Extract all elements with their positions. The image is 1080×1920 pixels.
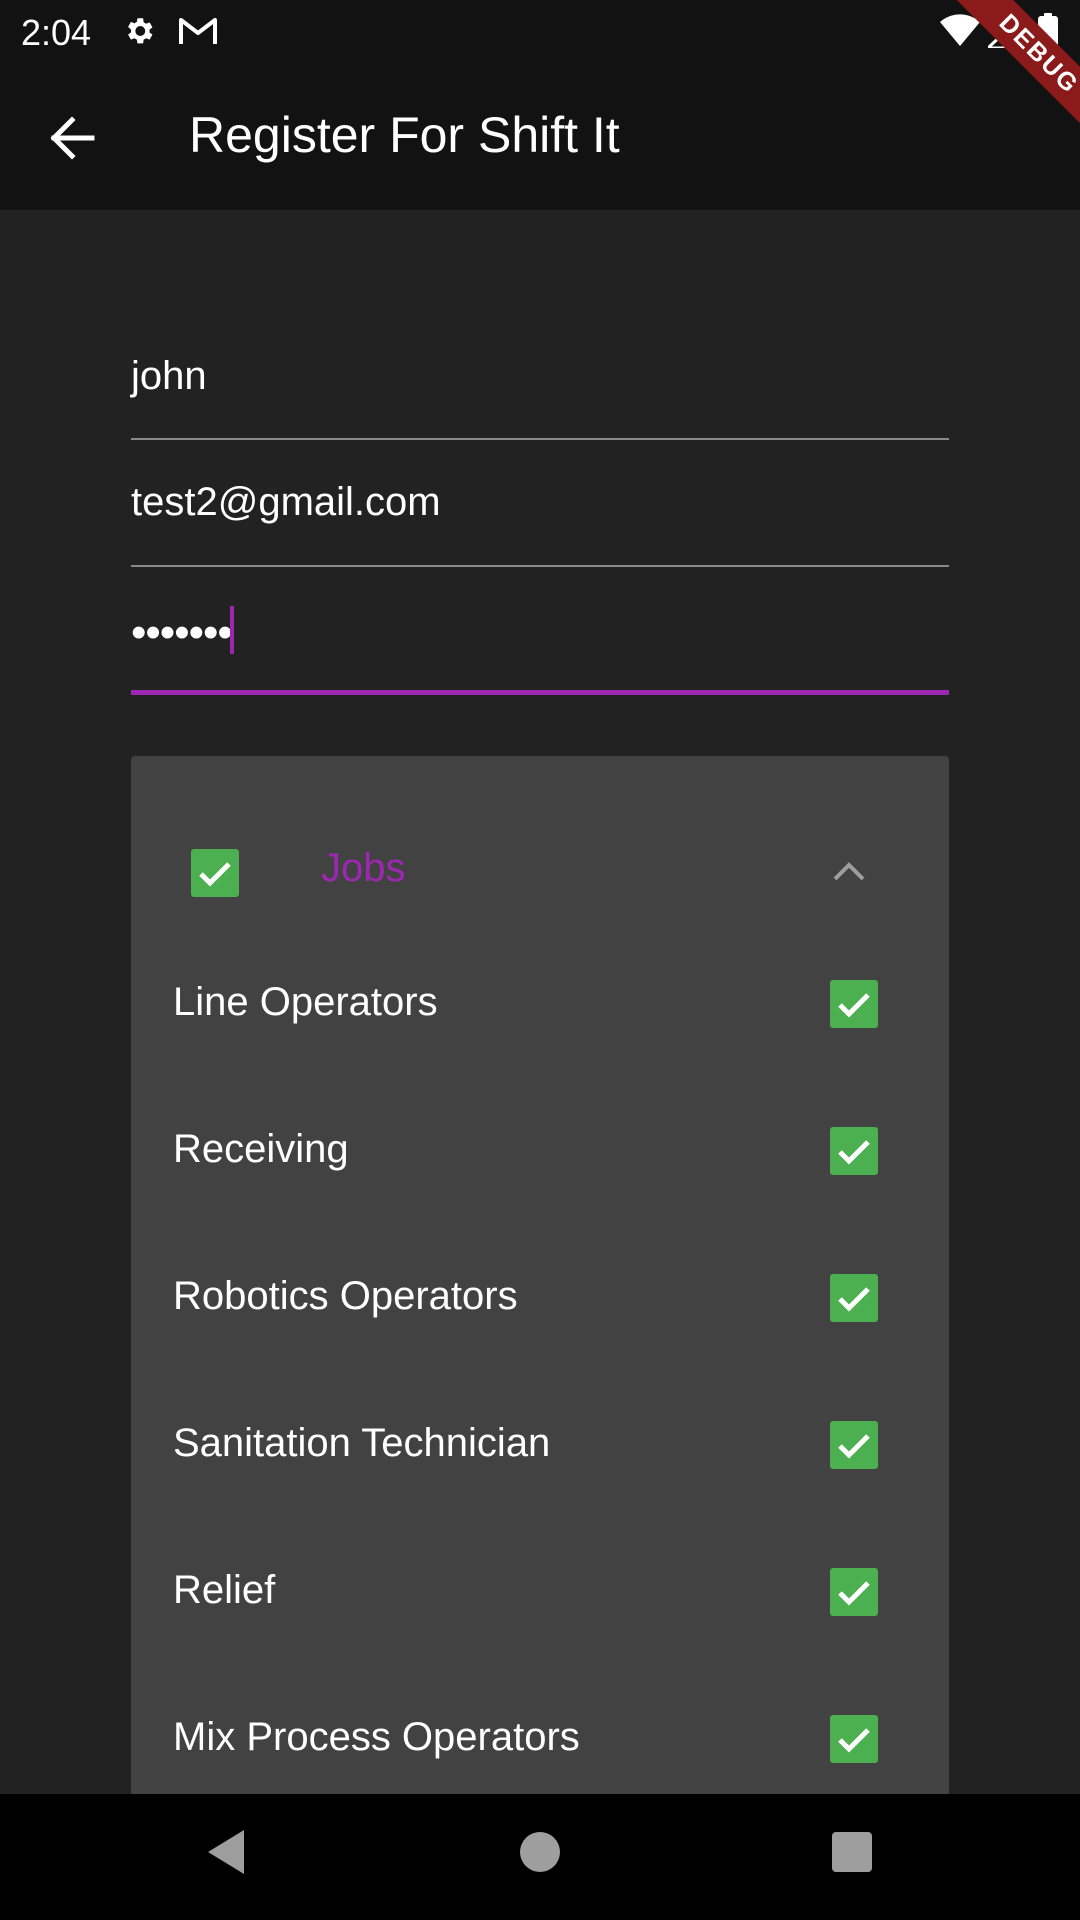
- check-icon: [838, 1581, 870, 1606]
- check-icon: [199, 862, 231, 887]
- job-item-label: Line Operators: [173, 980, 438, 1024]
- email-field-underline: [131, 565, 949, 567]
- status-bar: 2:04: [0, 0, 1080, 62]
- job-item-checkbox[interactable]: [830, 1715, 878, 1763]
- job-item-checkbox[interactable]: [830, 1568, 878, 1616]
- job-item-relief[interactable]: Relief: [131, 1534, 949, 1644]
- arrow-left-icon: [50, 116, 95, 160]
- password-field[interactable]: •••••••: [131, 592, 949, 696]
- check-icon: [838, 1140, 870, 1165]
- name-field-value: john: [131, 354, 207, 398]
- app-bar: Register For Shift It: [0, 62, 1080, 210]
- check-icon: [838, 1287, 870, 1312]
- job-item-label: Mix Process Operators: [173, 1715, 580, 1759]
- email-field-value: test2@gmail.com: [131, 480, 441, 524]
- jobs-panel: Jobs Line Operators Receiving Robotics O…: [131, 756, 949, 1920]
- job-item-label: Receiving: [173, 1127, 349, 1171]
- nav-back-icon[interactable]: [206, 1828, 246, 1881]
- job-item-label: Relief: [173, 1568, 276, 1612]
- gmail-icon: [178, 15, 218, 52]
- job-item-sanitation-technician[interactable]: Sanitation Technician: [131, 1387, 949, 1497]
- password-field-underline-focused: [131, 690, 949, 695]
- check-icon: [838, 1728, 870, 1753]
- back-button[interactable]: [38, 104, 106, 172]
- wifi-icon: [940, 14, 980, 53]
- page-title: Register For Shift It: [189, 107, 620, 163]
- check-icon: [838, 993, 870, 1018]
- gear-icon: [122, 14, 156, 53]
- chevron-up-icon[interactable]: [831, 859, 867, 888]
- job-item-label: Robotics Operators: [173, 1274, 518, 1318]
- name-field-underline: [131, 438, 949, 440]
- email-field[interactable]: test2@gmail.com: [131, 466, 949, 568]
- job-item-mix-process-operators[interactable]: Mix Process Operators: [131, 1681, 949, 1791]
- text-cursor: [230, 606, 234, 654]
- job-item-checkbox[interactable]: [830, 1421, 878, 1469]
- jobs-panel-title[interactable]: Jobs: [321, 846, 406, 891]
- job-item-label: Sanitation Technician: [173, 1421, 551, 1465]
- nav-home-icon[interactable]: [520, 1832, 560, 1872]
- status-time: 2:04: [21, 12, 92, 53]
- job-item-checkbox[interactable]: [830, 980, 878, 1028]
- nav-recents-icon[interactable]: [832, 1832, 872, 1872]
- job-item-robotics-operators[interactable]: Robotics Operators: [131, 1240, 949, 1350]
- job-item-receiving[interactable]: Receiving: [131, 1093, 949, 1203]
- name-field[interactable]: john: [131, 340, 949, 442]
- jobs-select-all-checkbox[interactable]: [191, 849, 239, 897]
- system-nav-bar: [0, 1794, 1080, 1920]
- check-icon: [838, 1434, 870, 1459]
- password-field-value: •••••••: [131, 608, 233, 657]
- job-item-line-operators[interactable]: Line Operators: [131, 946, 949, 1056]
- job-item-checkbox[interactable]: [830, 1127, 878, 1175]
- job-item-checkbox[interactable]: [830, 1274, 878, 1322]
